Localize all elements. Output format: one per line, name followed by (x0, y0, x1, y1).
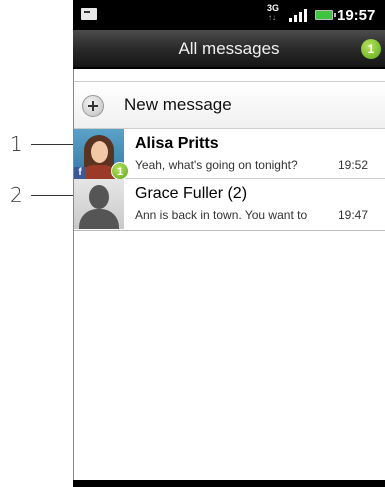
bottom-edge (73, 480, 385, 487)
message-time: 19:47 (338, 208, 369, 222)
status-bar: 3G ↑↓ 19:57 (73, 0, 385, 30)
new-message-label: New message (124, 95, 232, 114)
conversation-item[interactable]: f 1 Alisa Pritts Yeah, what's going on t… (74, 129, 385, 180)
conversation-item[interactable]: Grace Fuller (2) Ann is back in town. Yo… (74, 179, 385, 231)
callout-number: 1 (10, 132, 23, 156)
contact-avatar[interactable] (74, 179, 124, 229)
callout-leader-line (31, 144, 76, 145)
contact-name: Grace Fuller (2) (135, 185, 248, 202)
network-type: 3G (267, 3, 280, 13)
new-message-button[interactable]: New message (74, 81, 385, 129)
unread-count-badge[interactable]: 1 (361, 39, 381, 59)
phone-screen: 3G ↑↓ 19:57 All messages 1 New message f… (73, 0, 385, 487)
contact-name: Alisa Pritts (135, 135, 219, 152)
battery-icon (315, 10, 336, 20)
message-preview: Yeah, what's going on tonight? (135, 158, 298, 172)
callout-number: 2 (10, 183, 23, 207)
mail-notification-icon (81, 8, 97, 20)
signal-strength-icon (289, 8, 309, 22)
plus-icon (82, 95, 104, 117)
message-preview: Ann is back in town. You want to (135, 208, 308, 222)
message-list: New message f 1 Alisa Pritts Yeah, what'… (73, 69, 385, 487)
facebook-icon: f (74, 167, 86, 179)
person-silhouette-icon (89, 185, 109, 209)
data-activity-icon: ↑↓ (268, 13, 276, 22)
page-title: All messages (178, 39, 280, 58)
title-bar: All messages 1 (73, 30, 385, 68)
callout-leader-line (31, 195, 76, 196)
unread-count-badge: 1 (111, 162, 129, 180)
status-time: 19:57 (337, 7, 376, 24)
message-time: 19:52 (338, 158, 369, 172)
